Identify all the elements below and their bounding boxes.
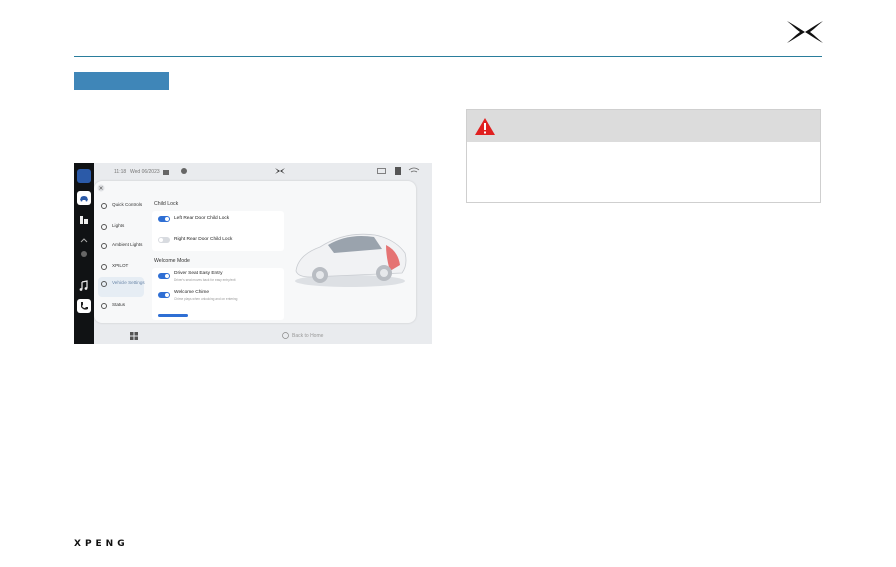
xpeng-small-logo-icon xyxy=(275,168,285,174)
xpeng-x-logo-icon xyxy=(787,21,823,43)
sun-icon xyxy=(101,243,107,249)
infotainment-screenshot: 11:18 Wed 06/2023 Quick Controls Lights … xyxy=(74,163,432,344)
apps-grid-icon-bottom[interactable] xyxy=(130,332,138,340)
status-bar: 11:18 Wed 06/2023 xyxy=(94,163,432,181)
menu-status[interactable]: Status xyxy=(98,299,144,319)
app-dock xyxy=(74,163,94,344)
bottom-bar: Back to Home xyxy=(94,327,432,344)
lock-icon xyxy=(163,170,169,175)
child-lock-card: Left Rear Door Child Lock Right Rear Doo… xyxy=(152,211,284,251)
steering-icon xyxy=(101,264,107,270)
home-icon[interactable] xyxy=(282,332,289,339)
car-icon[interactable] xyxy=(77,191,91,205)
left-rear-child-lock-label: Left Rear Door Child Lock xyxy=(174,216,230,221)
child-lock-title: Child Lock xyxy=(154,201,179,207)
car-settings-icon xyxy=(101,281,107,287)
menu-lights[interactable]: Lights xyxy=(98,220,144,240)
warning-triangle-icon xyxy=(475,118,495,135)
section-tab xyxy=(74,72,169,90)
star-icon xyxy=(101,203,107,209)
headlight-icon xyxy=(101,224,107,230)
footer-wordmark: XPENG xyxy=(74,539,129,549)
navigation-icon[interactable] xyxy=(77,213,91,227)
right-rear-child-lock-label: Right Rear Door Child Lock xyxy=(174,237,233,242)
welcome-mode-card: Driver Seat Easy Entry Driver's seat mov… xyxy=(152,268,284,320)
apps-grid-icon[interactable] xyxy=(77,169,91,183)
menu-ambient-lights[interactable]: Ambient Lights xyxy=(98,239,144,259)
music-icon[interactable] xyxy=(77,279,91,293)
chevron-up-icon[interactable] xyxy=(77,233,91,247)
status-date: Wed 06/2023 xyxy=(130,169,160,175)
driver-seat-easy-entry-label: Driver Seat Easy Entry xyxy=(174,271,223,276)
vehicle-settings-panel: Quick Controls Lights Ambient Lights XPI… xyxy=(94,181,416,323)
driver-seat-easy-entry-toggle[interactable] xyxy=(158,273,170,279)
left-rear-child-lock-toggle[interactable] xyxy=(158,216,170,222)
right-rear-child-lock-toggle[interactable] xyxy=(158,237,170,243)
close-icon[interactable] xyxy=(97,184,105,192)
welcome-chime-toggle[interactable] xyxy=(158,292,170,298)
driver-seat-easy-entry-desc: Driver's seat moves back for easy entry/… xyxy=(174,278,236,282)
status-icon xyxy=(101,303,107,309)
more-row-indicator xyxy=(158,314,188,317)
status-time: 11:18 xyxy=(114,169,127,175)
fan-icon[interactable] xyxy=(77,247,91,261)
menu-quick-controls[interactable]: Quick Controls xyxy=(98,199,144,219)
car-illustration xyxy=(295,233,407,287)
seat-heat-icon xyxy=(181,168,187,174)
warning-header xyxy=(467,110,820,142)
battery-icon xyxy=(377,168,386,174)
welcome-chime-desc: Chime plays when unlocking and on enteri… xyxy=(174,297,238,301)
welcome-chime-label: Welcome Chime xyxy=(174,290,210,295)
header-rule xyxy=(74,56,822,57)
signal-icon xyxy=(395,167,401,175)
welcome-mode-title: Welcome Mode xyxy=(154,258,190,264)
back-home-hint[interactable]: Back to Home xyxy=(292,333,323,339)
warning-box xyxy=(466,109,821,203)
wifi-icon xyxy=(408,167,420,173)
menu-vehicle-settings[interactable]: Vehicle Settings xyxy=(98,277,145,297)
phone-icon[interactable] xyxy=(77,299,91,313)
